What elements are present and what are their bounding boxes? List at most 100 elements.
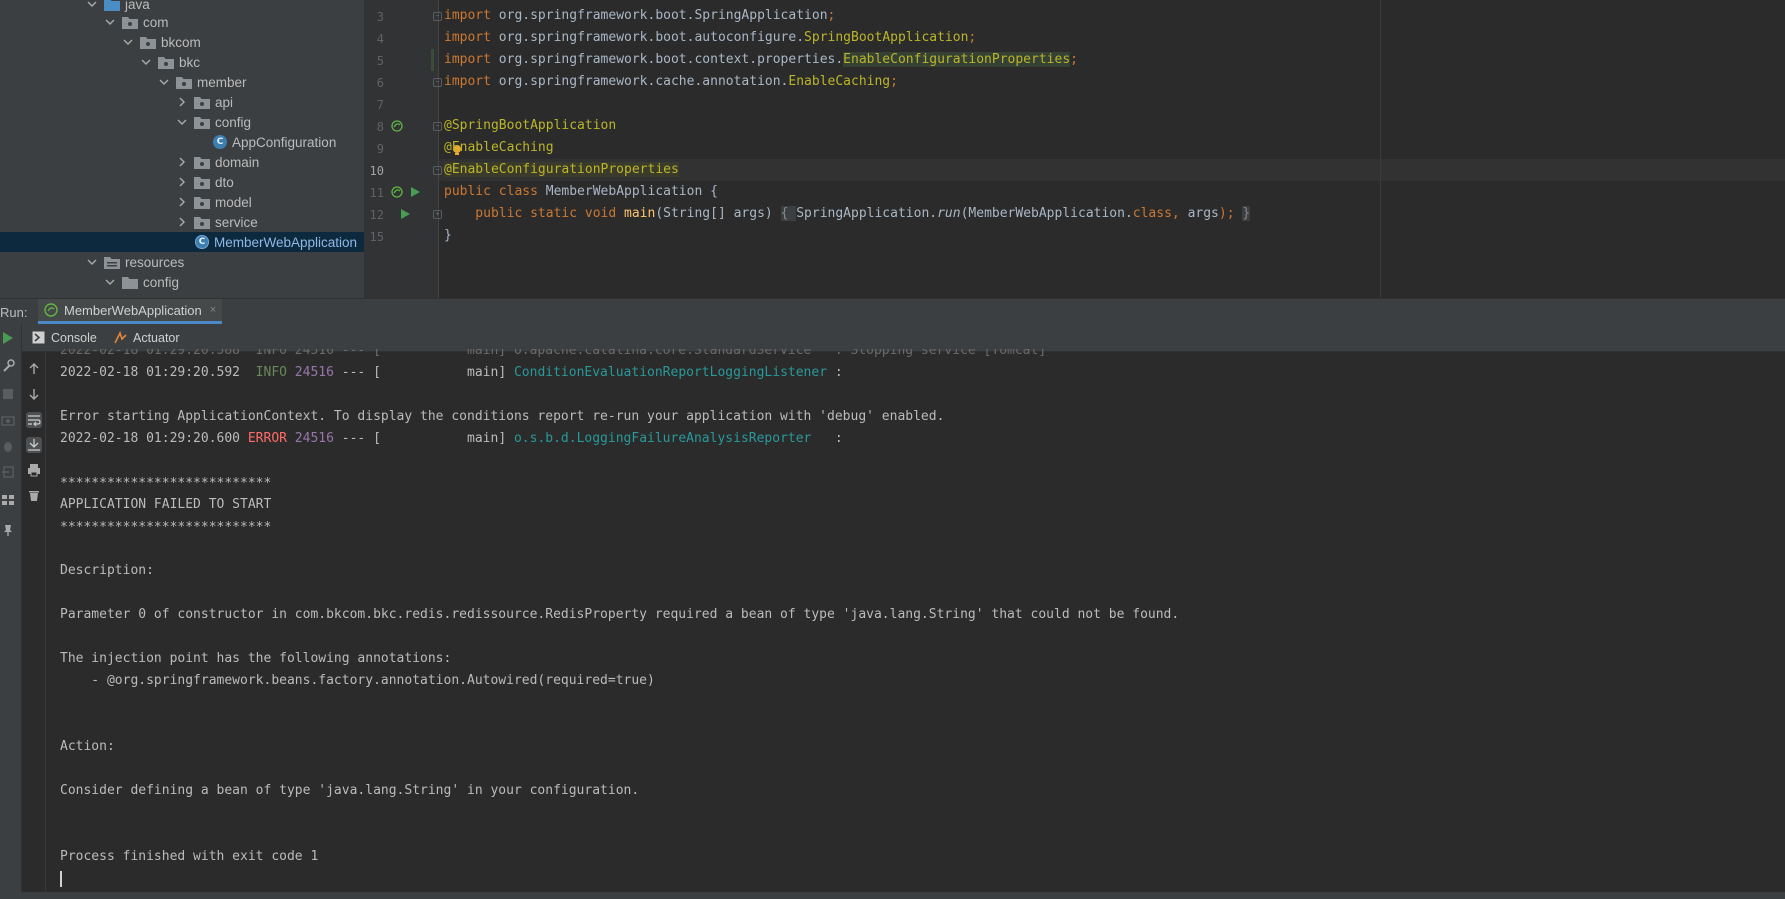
code-token: import xyxy=(444,8,499,23)
fold-marker-icon[interactable]: + xyxy=(433,210,442,219)
trash-icon[interactable] xyxy=(26,487,42,503)
tree-item-dto[interactable]: dto xyxy=(0,172,364,192)
console-line: Action: xyxy=(60,739,115,754)
code-line-12: public static void main(String[] args) {… xyxy=(444,203,1251,225)
console-side-toolbar xyxy=(22,352,46,895)
chevron-down-icon[interactable] xyxy=(104,12,116,32)
console-line: Error starting ApplicationContext. To di… xyxy=(60,409,945,424)
line-number: 11 xyxy=(369,186,384,200)
log-logger[interactable]: o.s.b.d.LoggingFailureAnalysisReporter xyxy=(514,431,811,446)
code-token: org.springframework.boot.SpringApplicati… xyxy=(498,8,828,23)
log-timestamp: 2022-02-18 01:29:20.592 xyxy=(60,365,248,380)
log-thread: --- [ main] xyxy=(333,431,514,446)
fold-marker-icon[interactable]: − xyxy=(433,78,442,87)
login-icon[interactable] xyxy=(0,464,16,480)
line-number: 4 xyxy=(376,32,384,46)
tree-item-memberwebapplication[interactable]: C MemberWebApplication xyxy=(0,232,364,252)
line-number: 3 xyxy=(376,10,384,24)
down-arrow-icon[interactable] xyxy=(26,386,42,402)
chevron-down-icon[interactable] xyxy=(122,32,134,52)
tree-item-appconfiguration[interactable]: C AppConfiguration xyxy=(0,132,364,152)
camera-icon[interactable] xyxy=(0,412,16,428)
spring-boot-run-icon xyxy=(44,303,58,317)
actuator-icon xyxy=(114,331,127,344)
line-number: 12 xyxy=(369,208,384,222)
code-token: , xyxy=(1171,206,1188,221)
wrench-icon[interactable] xyxy=(0,358,16,374)
code-token: import xyxy=(444,74,499,89)
tree-item-model[interactable]: model xyxy=(0,192,364,212)
console-line: Description: xyxy=(60,563,154,578)
rerun-icon[interactable] xyxy=(0,330,16,346)
scroll-to-end-icon[interactable] xyxy=(26,437,42,453)
chevron-right-icon[interactable] xyxy=(176,152,188,172)
console-toolbar: Console Actuator xyxy=(22,324,1785,352)
chevron-right-icon[interactable] xyxy=(176,212,188,232)
code-line-4: import org.springframework.boot.autoconf… xyxy=(444,27,976,49)
tree-item-bkc[interactable]: bkc xyxy=(0,52,364,72)
code-token: ; xyxy=(968,30,977,45)
bean-icon[interactable] xyxy=(390,119,404,133)
tree-item-label: config xyxy=(143,274,180,290)
tree-item-domain[interactable]: domain xyxy=(0,152,364,172)
code-token: ; xyxy=(827,8,836,23)
run-config-tab[interactable]: MemberWebApplication × xyxy=(38,299,223,324)
code-token: public static void xyxy=(444,206,625,221)
tab-console[interactable]: Console xyxy=(32,324,97,351)
package-icon xyxy=(194,116,210,129)
chevron-down-icon[interactable] xyxy=(176,112,188,132)
code-token: (MemberWebApplication. xyxy=(960,206,1133,221)
log-level: INFO xyxy=(247,365,287,380)
text-caret xyxy=(60,871,62,887)
fold-marker-icon[interactable]: − xyxy=(433,122,442,131)
chevron-right-icon[interactable] xyxy=(176,92,188,112)
source-folder-icon xyxy=(104,0,120,11)
code-token: SpringBootApplication xyxy=(804,30,969,45)
code-token: public class xyxy=(444,184,546,199)
code-line-15: } xyxy=(444,228,452,243)
package-icon xyxy=(194,196,210,209)
tree-item-member[interactable]: member xyxy=(0,72,364,92)
tree-item-label: bkcom xyxy=(161,34,201,50)
tree-item-bkcom[interactable]: bkcom xyxy=(0,32,364,52)
code-token: org.springframework.boot.autoconfigure. xyxy=(498,30,805,45)
chevron-down-icon[interactable] xyxy=(86,252,98,272)
code-token: { xyxy=(780,206,797,221)
tree-item-config[interactable]: config xyxy=(0,112,364,132)
chevron-down-icon[interactable] xyxy=(140,52,152,72)
up-arrow-icon[interactable] xyxy=(26,361,42,377)
code-token: org.springframework.cache.annotation. xyxy=(498,74,789,89)
chevron-down-icon[interactable] xyxy=(104,272,116,292)
tree-item-service[interactable]: service xyxy=(0,212,364,232)
tab-actuator[interactable]: Actuator xyxy=(114,324,180,351)
stop-icon[interactable] xyxy=(0,386,16,402)
tree-item-label: dto xyxy=(215,174,234,190)
package-icon xyxy=(122,16,138,29)
code-token: ); xyxy=(1218,206,1243,221)
run-gutter-icon[interactable] xyxy=(398,207,412,221)
class-icon: C xyxy=(213,135,227,149)
pin-icon[interactable] xyxy=(0,522,16,538)
code-token: ; xyxy=(1070,52,1078,67)
vcs-change-marker[interactable] xyxy=(431,49,434,71)
chevron-right-icon[interactable] xyxy=(176,192,188,212)
tree-item-api[interactable]: api xyxy=(0,92,364,112)
chevron-down-icon[interactable] xyxy=(158,72,170,92)
debug-icon[interactable] xyxy=(0,438,16,454)
code-token: (String[] args) xyxy=(655,206,781,221)
code-token: main xyxy=(624,206,656,221)
tree-item-resources[interactable]: resources xyxy=(0,252,364,272)
run-tab-label: MemberWebApplication xyxy=(64,302,202,318)
run-gutter-icon[interactable] xyxy=(408,185,422,199)
layout-icon[interactable] xyxy=(0,492,16,508)
close-icon[interactable]: × xyxy=(210,304,216,316)
tree-item-config-resources[interactable]: config xyxy=(0,272,364,292)
fold-marker-icon[interactable]: − xyxy=(433,12,442,21)
log-logger[interactable]: ConditionEvaluationReportLoggingListener xyxy=(514,365,827,380)
fold-marker-icon[interactable]: − xyxy=(433,166,442,175)
print-icon[interactable] xyxy=(26,462,42,478)
tree-item-com[interactable]: com xyxy=(0,12,364,32)
bean-icon[interactable] xyxy=(390,185,404,199)
soft-wrap-icon[interactable] xyxy=(26,412,42,428)
chevron-right-icon[interactable] xyxy=(176,172,188,192)
